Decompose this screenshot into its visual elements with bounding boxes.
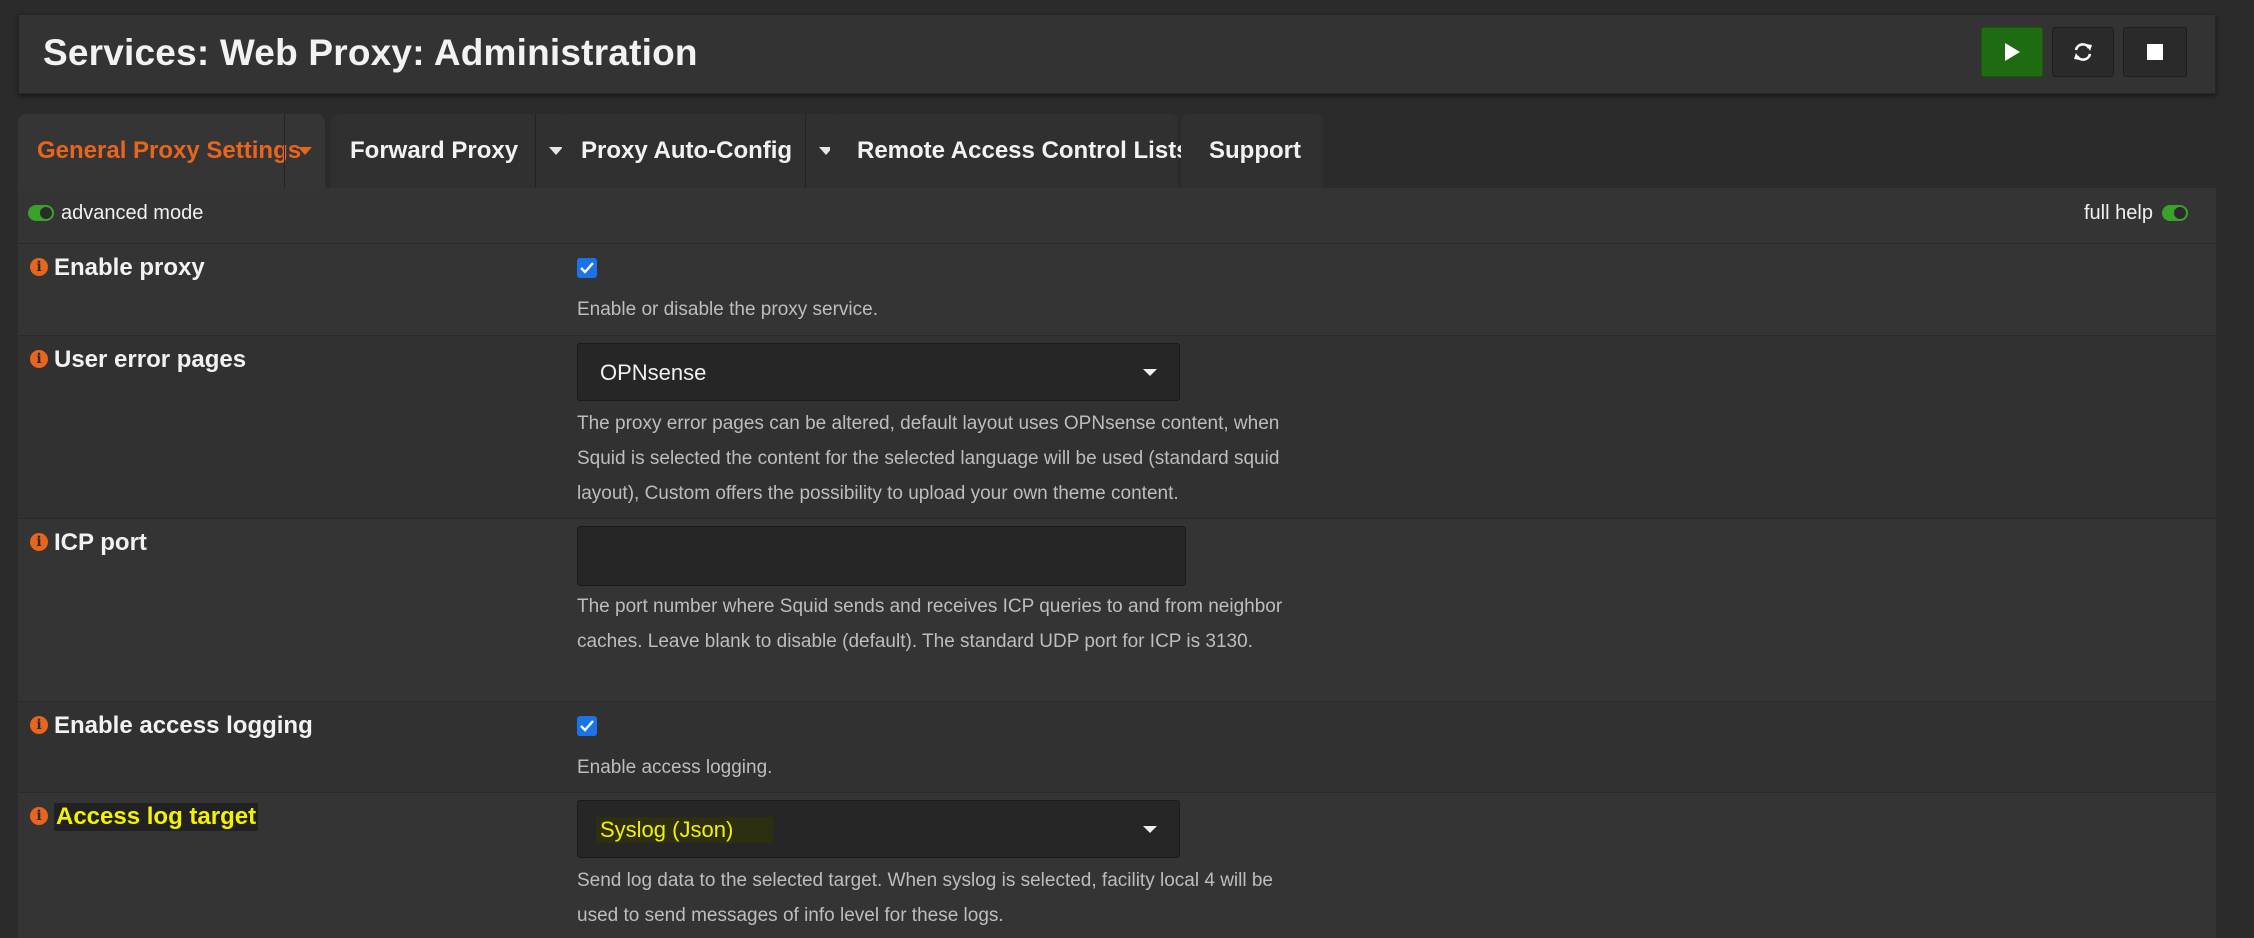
user-error-pages-select[interactable]: OPNsense	[577, 343, 1180, 401]
tab-label: Support	[1209, 137, 1301, 164]
info-icon[interactable]: i	[30, 716, 48, 734]
settings-panel: advanced mode full help i Enable proxy E…	[18, 188, 2216, 938]
chevron-down-icon	[1143, 826, 1157, 833]
field-help: Enable or disable the proxy service.	[577, 299, 878, 320]
field-label: Access log target	[54, 803, 259, 831]
select-value: Syslog (Json)	[596, 817, 774, 843]
tab-label: Forward Proxy	[350, 137, 519, 164]
mode-bar: advanced mode full help	[18, 188, 2216, 244]
advanced-mode-toggle[interactable]	[28, 205, 54, 221]
page-header: Services: Web Proxy: Administration	[18, 14, 2216, 94]
tab-label: Proxy Auto-Config	[581, 137, 793, 164]
field-help: Send log data to the selected target. Wh…	[577, 870, 1273, 926]
info-icon[interactable]: i	[30, 807, 48, 825]
start-service-button[interactable]	[1981, 27, 2043, 77]
play-icon	[2005, 43, 2020, 61]
access-log-target-select[interactable]: Syslog (Json)	[577, 800, 1180, 858]
select-value: OPNsense	[600, 360, 707, 385]
advanced-mode-label: advanced mode	[61, 202, 204, 224]
refresh-icon	[2074, 43, 2092, 61]
field-label: ICP port	[54, 529, 147, 556]
chevron-down-icon	[549, 147, 563, 155]
enable-proxy-checkbox[interactable]	[577, 258, 597, 278]
chevron-down-icon	[1143, 369, 1157, 376]
tab-general-proxy-settings[interactable]: General Proxy Settings	[18, 114, 325, 188]
tab-support[interactable]: Support	[1181, 114, 1323, 188]
field-label: User error pages	[54, 346, 247, 373]
row-user-error-pages: i User error pages OPNsense The proxy er…	[18, 336, 2216, 519]
check-icon	[580, 262, 594, 274]
chevron-down-icon	[298, 147, 312, 155]
row-enable-proxy: i Enable proxy Enable or disable the pro…	[18, 244, 2216, 336]
field-label: Enable access logging	[54, 712, 313, 739]
tab-forward-proxy[interactable]: Forward Proxy	[331, 114, 576, 188]
field-help: The proxy error pages can be altered, de…	[577, 413, 1280, 504]
field-help: Enable access logging.	[577, 757, 773, 778]
tab-proxy-auto-config[interactable]: Proxy Auto-Config	[562, 114, 846, 188]
row-icp-port: i ICP port The port number where Squid s…	[18, 519, 2216, 702]
row-access-log-target: i Access log target Syslog (Json) Send l…	[18, 793, 2216, 938]
tab-dropdown-toggle[interactable]	[284, 114, 325, 188]
full-help-toggle[interactable]	[2162, 205, 2188, 221]
tab-remote-access-control-lists[interactable]: Remote Access Control Lists	[830, 114, 1190, 188]
info-icon[interactable]: i	[30, 258, 48, 276]
info-icon[interactable]: i	[30, 533, 48, 551]
check-icon	[580, 720, 594, 732]
field-help: The port number where Squid sends and re…	[577, 596, 1283, 652]
restart-service-button[interactable]	[2052, 27, 2114, 77]
full-help-label: full help	[2084, 202, 2153, 224]
tab-label: General Proxy Settings	[37, 137, 302, 164]
row-enable-access-logging: i Enable access logging Enable access lo…	[18, 702, 2216, 793]
tab-label: Remote Access Control Lists	[857, 137, 1190, 164]
page-title: Services: Web Proxy: Administration	[43, 32, 698, 73]
page: Services: Web Proxy: Administration Gene…	[0, 0, 2254, 938]
field-label: Enable proxy	[54, 254, 205, 281]
stop-service-button[interactable]	[2123, 27, 2187, 77]
info-icon[interactable]: i	[30, 350, 48, 368]
enable-access-logging-checkbox[interactable]	[577, 716, 597, 736]
stop-icon	[2147, 44, 2163, 60]
icp-port-input[interactable]	[577, 526, 1186, 586]
